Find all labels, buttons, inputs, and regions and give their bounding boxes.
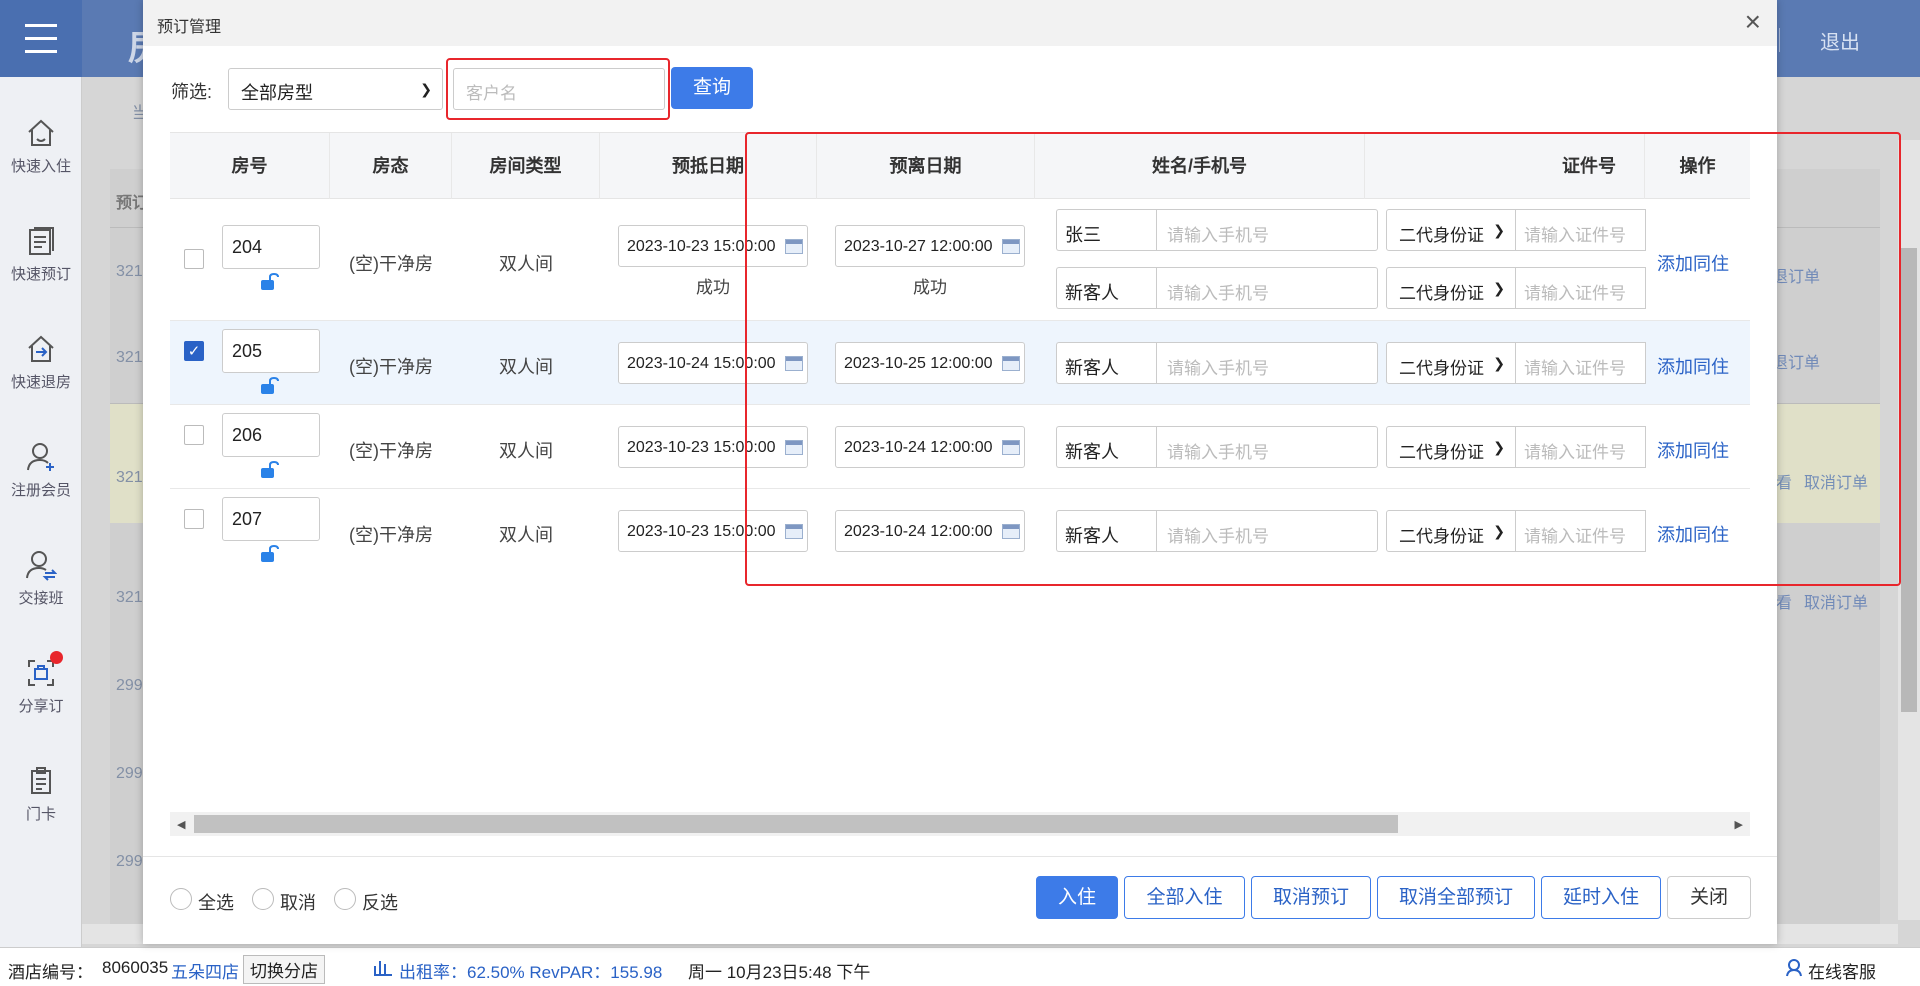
door-card-icon [31, 767, 51, 794]
sidebar-item-quick-checkin[interactable]: 快速入住 [0, 117, 82, 217]
occupancy-stats: 出租率：62.50% RevPAR：155.98 [399, 963, 663, 982]
unlock-icon[interactable] [259, 377, 281, 395]
column-header-status[interactable]: 房态 [330, 133, 452, 199]
status-bar: 酒店编号： 8060035 五朵四店 切换分店 出租率：62.50% RevPA… [0, 947, 1920, 986]
cancel-booking-button[interactable]: 取消预订 [1251, 876, 1371, 919]
hamburger-icon [25, 19, 57, 58]
row-checkbox-checked[interactable]: ✓ [184, 341, 204, 361]
deselect-label[interactable]: 取消 [280, 889, 316, 915]
delay-checkin-button[interactable]: 延时入住 [1541, 876, 1661, 919]
sidebar-item-door-card[interactable]: 门卡 [0, 765, 82, 865]
room-number-input[interactable]: 206 [222, 413, 320, 457]
select-all-label[interactable]: 全选 [198, 889, 234, 915]
invert-selection-label[interactable]: 反选 [362, 889, 398, 915]
table-horizontal-scrollbar[interactable]: ◀ ▶ [170, 812, 1750, 836]
room-status: (空)干净房 [349, 357, 433, 377]
divider [1779, 28, 1780, 52]
checkin-button[interactable]: 入住 [1036, 876, 1118, 919]
branch-name: 五朵四店 [171, 963, 239, 982]
bg-cell: 321 [116, 589, 143, 606]
menu-toggle-button[interactable] [0, 0, 82, 77]
cancel-all-bookings-button[interactable]: 取消全部预订 [1377, 876, 1535, 919]
room-type: 双人间 [499, 254, 553, 274]
room-type-value: 全部房型 [241, 83, 313, 103]
sidebar-item-label: 快速预订 [10, 266, 71, 283]
shift-handover-icon [26, 551, 57, 581]
dialog-header: 预订管理 × [143, 0, 1777, 46]
select-all-radio[interactable] [170, 888, 192, 910]
divider [143, 856, 1777, 857]
close-button[interactable]: 关闭 [1667, 876, 1751, 919]
row-checkbox[interactable] [184, 509, 204, 529]
room-status: (空)干净房 [349, 254, 433, 274]
sidebar: 快速入住 快速预订 快速退房 注册会员 交接班 分享订 门卡 [0, 77, 82, 947]
deselect-radio[interactable] [252, 888, 274, 910]
sidebar-item-label: 注册会员 [10, 482, 71, 499]
room-type: 双人间 [499, 441, 553, 461]
bar-chart-icon [374, 961, 392, 976]
room-number-input[interactable]: 207 [222, 497, 320, 541]
sidebar-item-quick-checkout[interactable]: 快速退房 [0, 333, 82, 433]
scroll-left-icon[interactable]: ◀ [177, 818, 185, 831]
room-status: (空)干净房 [349, 525, 433, 545]
customer-service-icon [1786, 959, 1802, 977]
room-type-select[interactable]: 全部房型 ❯ [228, 68, 443, 110]
hotel-number: 8060035 [102, 958, 169, 977]
scroll-right-icon[interactable]: ▶ [1735, 818, 1743, 831]
scrollbar-thumb[interactable] [194, 815, 1398, 833]
online-service-link[interactable]: 在线客服 [1808, 958, 1876, 983]
row-checkbox[interactable] [184, 249, 204, 269]
sidebar-item-label: 分享订 [18, 698, 64, 715]
bg-link[interactable]: 取消订单 [1804, 589, 1868, 613]
query-button[interactable]: 查询 [671, 67, 753, 109]
room-number-input[interactable]: 205 [222, 329, 320, 373]
close-icon[interactable]: × [1745, 8, 1761, 36]
checkin-all-button[interactable]: 全部入住 [1124, 876, 1245, 919]
row-checkbox[interactable] [184, 425, 204, 445]
dialog-title: 预订管理 [157, 19, 222, 36]
unlock-icon[interactable] [259, 461, 281, 479]
sidebar-item-label: 门卡 [25, 806, 56, 823]
add-member-icon [27, 443, 54, 471]
sidebar-item-label: 快速入住 [10, 158, 71, 175]
bg-cell: 299 [116, 765, 143, 782]
sidebar-item-share-booking[interactable]: 分享订 [0, 651, 82, 757]
bg-cell: 321 [116, 469, 143, 486]
unlock-icon[interactable] [259, 273, 281, 291]
booking-management-dialog: 预订管理 × 筛选: 全部房型 ❯ 客户名 查询 房号 房态 房间类型 预抵日期… [143, 0, 1901, 944]
room-type: 双人间 [499, 525, 553, 545]
room-number-input[interactable]: 204 [222, 225, 320, 269]
sidebar-item-label: 交接班 [18, 590, 64, 607]
page-vertical-scrollbar[interactable] [1898, 140, 1920, 920]
chevron-down-icon: ❯ [420, 81, 432, 97]
sidebar-item-label: 快速退房 [10, 374, 71, 391]
sidebar-item-shift-handover[interactable]: 交接班 [0, 549, 82, 649]
filter-label: 筛选: [171, 82, 213, 102]
bg-cell: 321 [116, 263, 143, 280]
sidebar-item-quick-booking[interactable]: 快速预订 [0, 225, 82, 325]
bg-cell: 299 [116, 677, 143, 694]
scrollbar-thumb[interactable] [1901, 248, 1917, 712]
column-header-room[interactable]: 房号 [170, 133, 330, 199]
checkout-icon [28, 335, 54, 362]
booking-list-icon [29, 227, 54, 255]
bg-cell: 299 [116, 853, 143, 870]
bg-cell: 321 [116, 349, 143, 366]
current-datetime: 周一 10月23日5:48 下午 [688, 963, 871, 982]
highlight-box [745, 132, 1901, 586]
room-type: 双人间 [499, 357, 553, 377]
highlight-box [446, 58, 670, 120]
home-icon [28, 119, 54, 146]
bg-link[interactable]: 看 [1776, 589, 1792, 613]
switch-branch-button[interactable]: 切换分店 [243, 955, 325, 984]
invert-selection-radio[interactable] [334, 888, 356, 910]
hotel-number-label: 酒店编号： [8, 963, 93, 982]
column-header-type[interactable]: 房间类型 [452, 133, 600, 199]
unlock-icon[interactable] [259, 545, 281, 563]
sidebar-item-register-member[interactable]: 注册会员 [0, 441, 82, 541]
logout-button[interactable]: 退出 [1820, 26, 1860, 55]
room-status: (空)干净房 [349, 441, 433, 461]
notification-dot [50, 651, 63, 664]
